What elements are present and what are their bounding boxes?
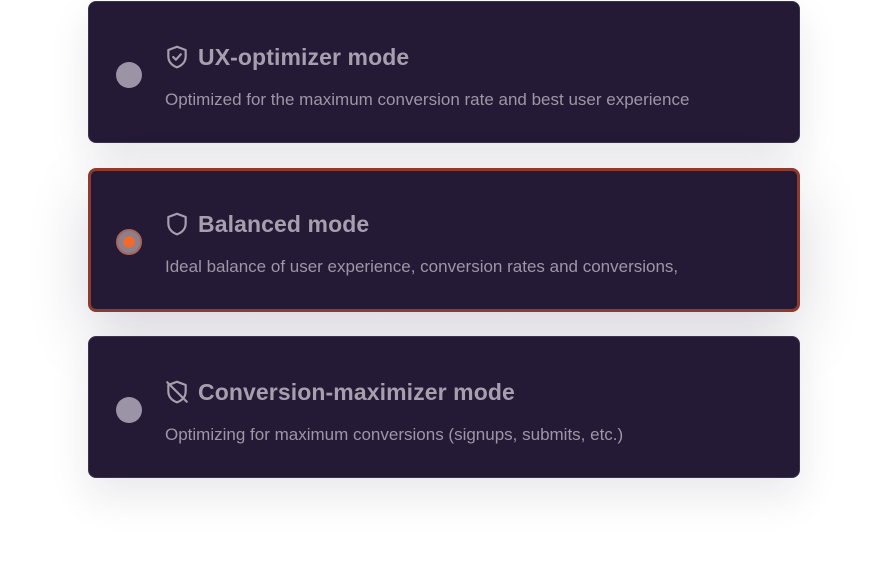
mode-title: UX-optimizer mode bbox=[198, 43, 410, 70]
mode-title-row: Conversion-maximizer mode bbox=[164, 377, 515, 407]
mode-title-row: UX-optimizer mode bbox=[164, 42, 409, 72]
mode-description: Optimized for the maximum conversion rat… bbox=[165, 90, 690, 109]
mode-title-row: Balanced mode bbox=[164, 209, 369, 239]
radio-button-balanced[interactable] bbox=[116, 229, 142, 255]
mode-description: Optimizing for maximum conversions (sign… bbox=[165, 425, 624, 444]
mode-option-balanced[interactable]: Balanced mode Ideal balance of user expe… bbox=[88, 168, 800, 312]
mode-option-ux-optimizer[interactable]: UX-optimizer mode Optimized for the maxi… bbox=[88, 1, 800, 143]
radio-button-conversion-maximizer[interactable] bbox=[116, 397, 142, 423]
shield-check-icon bbox=[164, 44, 190, 70]
mode-title: Conversion-maximizer mode bbox=[198, 378, 515, 405]
shield-off-icon bbox=[164, 379, 190, 405]
radio-dot bbox=[123, 236, 135, 248]
mode-title: Balanced mode bbox=[198, 210, 370, 237]
mode-description: Ideal balance of user experience, conver… bbox=[165, 257, 679, 276]
shield-icon bbox=[164, 211, 190, 237]
radio-button-ux-optimizer[interactable] bbox=[116, 62, 142, 88]
mode-option-conversion-maximizer[interactable]: Conversion-maximizer mode Optimizing for… bbox=[88, 336, 800, 478]
mode-selector: UX-optimizer mode Optimized for the maxi… bbox=[0, 0, 890, 568]
